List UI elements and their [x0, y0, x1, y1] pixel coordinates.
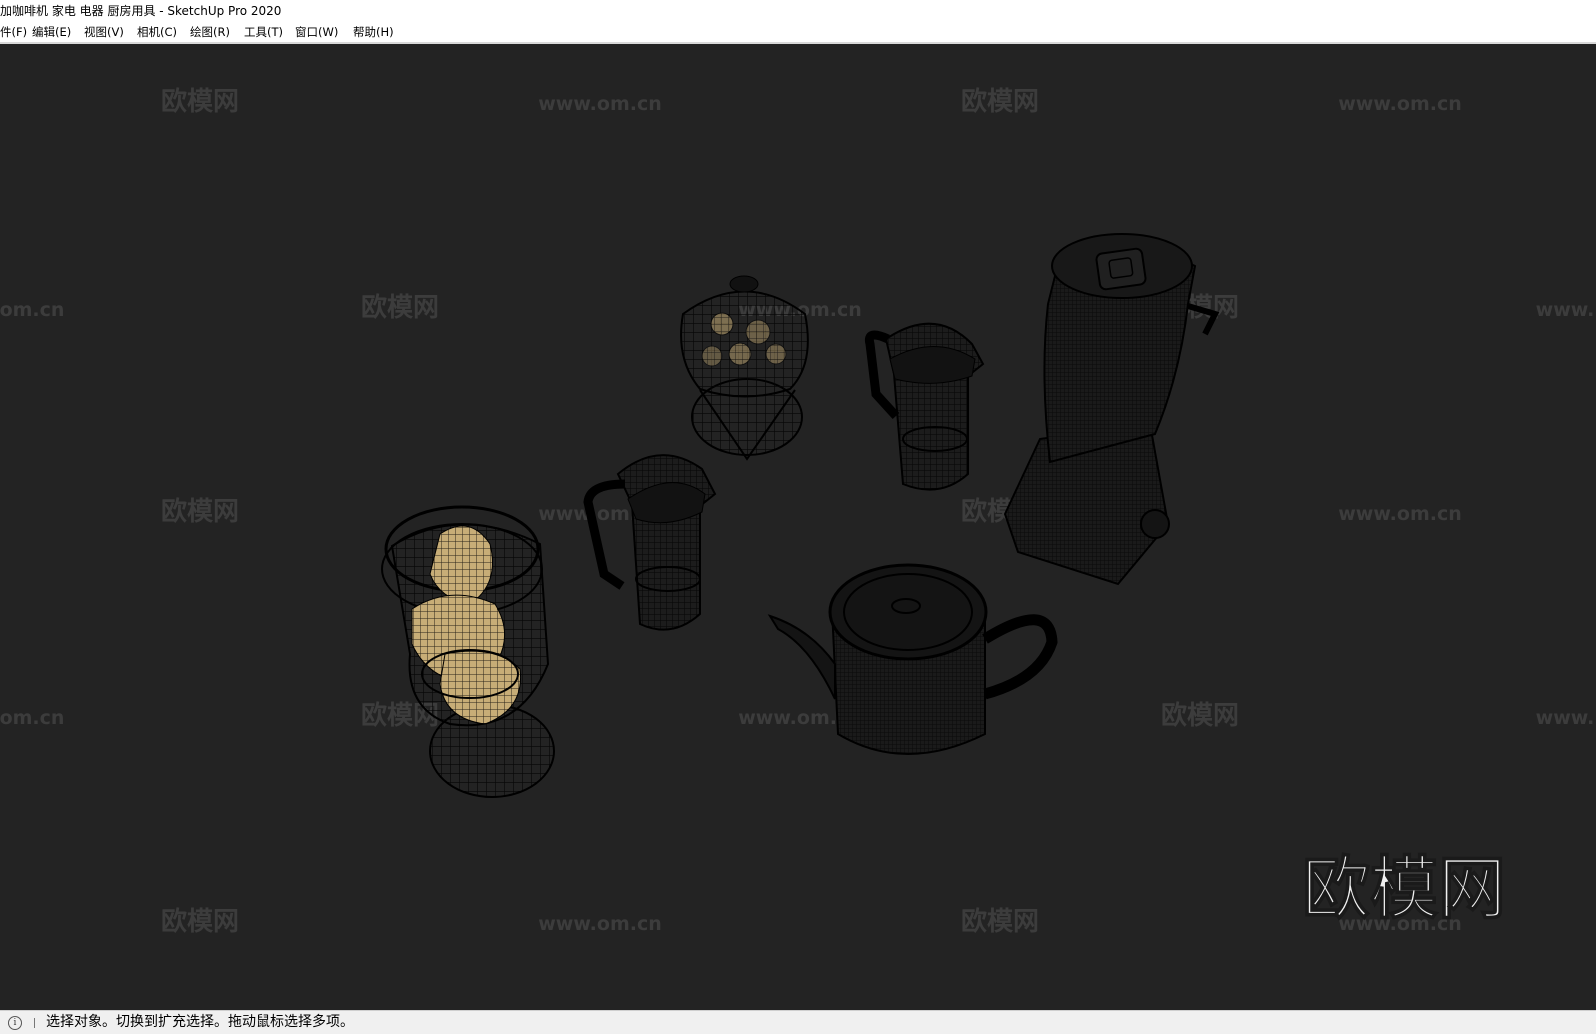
watermark-url: om.cn: [0, 707, 64, 729]
blender-model[interactable]: [1003, 233, 1220, 586]
watermark-layer: 欧模网www.om.cn欧模网www.om.cnom.cn欧模网www.om.c…: [0, 86, 1594, 937]
title-bar: 加咖啡机 家电 电器 厨房用具 - SketchUp Pro 2020: [0, 0, 1596, 22]
brand-watermark-large: 欧模网: [1302, 850, 1506, 929]
watermark-url: www.om.cn: [538, 913, 662, 935]
menu-window[interactable]: 窗口(W): [295, 22, 338, 42]
french-press-large-model[interactable]: [864, 322, 985, 491]
menu-draw[interactable]: 绘图(R): [190, 22, 230, 42]
menu-edit[interactable]: 编辑(E): [32, 22, 71, 42]
watermark-url: www.: [1536, 299, 1595, 321]
menu-tools[interactable]: 工具(T): [244, 22, 283, 42]
status-separator: [34, 1018, 35, 1028]
scene-canvas[interactable]: 欧模网www.om.cn欧模网www.om.cnom.cn欧模网www.om.c…: [0, 44, 1596, 1010]
watermark-url: www.om.cn: [1338, 93, 1462, 115]
watermark-brand: 欧模网: [161, 906, 239, 937]
french-press-small-model[interactable]: [583, 454, 717, 631]
watermark-brand: 欧模网: [161, 86, 239, 117]
menu-view[interactable]: 视图(V): [84, 22, 124, 42]
menu-file[interactable]: 件(F): [0, 22, 27, 42]
watermark-url: www.om.cn: [538, 93, 662, 115]
fruit-bowl-model[interactable]: [680, 275, 809, 461]
watermark-brand: 欧模网: [961, 906, 1039, 937]
menu-camera[interactable]: 相机(C): [137, 22, 177, 42]
info-icon[interactable]: i: [8, 1016, 22, 1030]
watermark-brand: 欧模网: [1161, 700, 1239, 731]
watermark-url: om.cn: [0, 299, 64, 321]
glass-jar-model[interactable]: [381, 505, 555, 798]
watermark-brand: 欧模网: [361, 292, 439, 323]
watermark-brand: 欧模网: [961, 86, 1039, 117]
watermark-url: www.om.cn: [1338, 503, 1462, 525]
menu-help[interactable]: 帮助(H): [353, 22, 394, 42]
watermark-url: www.: [1536, 707, 1595, 729]
status-bar: i 选择对象。切换到扩充选择。拖动鼠标选择多项。: [0, 1010, 1596, 1034]
window-title: 加咖啡机 家电 电器 厨房用具 - SketchUp Pro 2020: [0, 4, 282, 18]
modeling-viewport[interactable]: 欧模网www.om.cn欧模网www.om.cnom.cn欧模网www.om.c…: [0, 44, 1596, 1010]
menu-bar: 件(F) 编辑(E) 视图(V) 相机(C) 绘图(R) 工具(T) 窗口(W)…: [0, 22, 1596, 44]
status-text: 选择对象。切换到扩充选择。拖动鼠标选择多项。: [46, 1014, 354, 1030]
watermark-brand: 欧模网: [161, 496, 239, 527]
